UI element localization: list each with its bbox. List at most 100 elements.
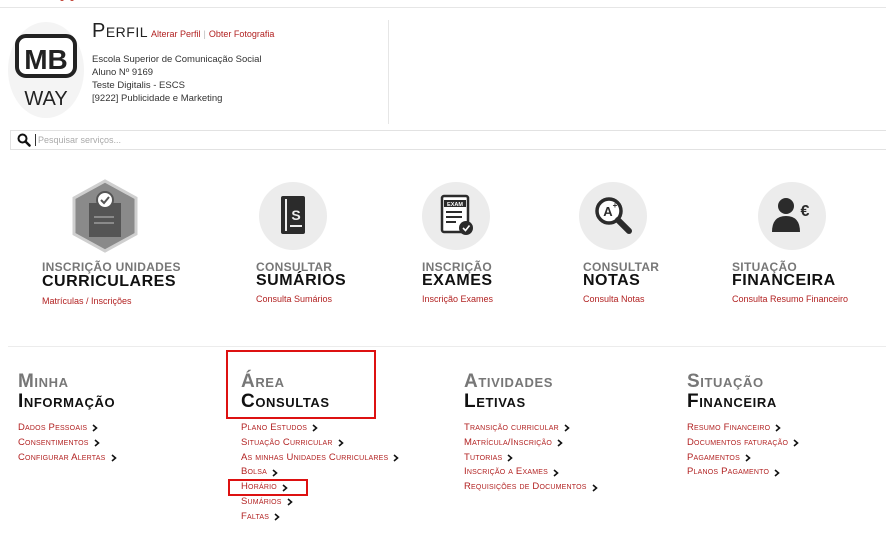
menu-item-pagamentos[interactable]: Pagamentos — [687, 451, 799, 466]
menu-1-heading-line2: Informação — [18, 391, 116, 412]
menu-item-label: Consentimentos — [18, 436, 89, 448]
svg-text:S: S — [291, 207, 300, 223]
svg-text:€: € — [801, 203, 810, 220]
chevron-right-icon — [557, 439, 563, 447]
tile-1-line1: INSCRIÇÃO UNIDADES — [42, 260, 181, 274]
menu-3-heading-line2: Letivas — [464, 391, 526, 412]
profile-student-number: Aluno Nº 9169 — [92, 67, 154, 78]
profile-link-separator: | — [203, 29, 206, 39]
menu-item-plano-estudos[interactable]: Plano Estudos — [241, 421, 399, 436]
chevron-right-icon — [312, 424, 318, 432]
chevron-right-icon — [393, 454, 400, 462]
highlight-box-horario — [228, 479, 308, 496]
menu-item-label: Sumários — [241, 495, 282, 507]
chevron-right-icon — [592, 483, 598, 492]
tile-4-link[interactable]: Consulta Notas — [583, 294, 645, 304]
chevron-right-icon — [94, 439, 100, 447]
menu-item-label: Configurar Alertas — [18, 451, 106, 463]
profile-course: [9222] Publicidade e Marketing — [92, 93, 223, 104]
chevron-right-icon — [793, 439, 799, 447]
menu-item-label: Bolsa — [241, 466, 268, 478]
menu-item-bolsa[interactable]: Bolsa — [241, 465, 399, 480]
svg-text:+: + — [613, 201, 618, 210]
menu-item-label: Planos Pagamento — [687, 466, 770, 478]
chevron-right-icon — [775, 424, 781, 432]
menu-item-label: Tutorias — [464, 451, 503, 463]
chevron-right-icon — [338, 439, 344, 447]
chevron-right-icon — [287, 498, 293, 506]
tile-2-link[interactable]: Consulta Sumários — [256, 294, 332, 304]
search-caret — [35, 134, 36, 146]
exam-sheet-icon: EXAM — [440, 194, 473, 235]
menu-item-configurar-alertas[interactable]: Configurar Alertas — [18, 451, 117, 466]
menu-4-heading-line1: Situação — [687, 371, 764, 392]
profile-institution: Teste Digitalis - ESCS — [92, 80, 185, 91]
menu-item-dados-pessoais[interactable]: Dados Pessoais — [18, 421, 117, 436]
search-icon[interactable] — [17, 133, 31, 147]
menu-1-heading-line1: Minha — [18, 371, 69, 392]
avatar[interactable]: MB WAY — [8, 22, 84, 118]
tile-3-link[interactable]: Inscrição Exames — [422, 294, 493, 304]
tile-4-line2: NOTAS — [583, 272, 641, 289]
menu-item-label: Resumo Financeiro — [687, 422, 771, 433]
menu-item-inscricao-exames[interactable]: Inscrição a Exames — [464, 465, 598, 480]
profile-title-row: Perfil Alterar Perfil | Obter Fotografia — [92, 20, 274, 43]
menu-item-planos-pagamento[interactable]: Planos Pagamento — [687, 465, 799, 480]
chevron-right-icon — [745, 454, 751, 462]
book-icon: S — [281, 196, 305, 234]
profile-title: Perfil — [92, 20, 149, 42]
tile-1-line2: CURRICULARES — [42, 273, 176, 290]
menu-4-heading-line2: Financeira — [687, 391, 777, 412]
person-euro-icon: € — [772, 198, 810, 232]
tile-2-line2: SUMÁRIOS — [256, 272, 347, 289]
chevron-right-icon — [274, 513, 280, 521]
menu-item-label: Matrícula/Inscrição — [464, 436, 553, 448]
profile-details: Escola Superior de Comunicação Social Al… — [92, 53, 274, 105]
menu-item-requisicoes-documentos[interactable]: Requisições de Documentos — [464, 480, 598, 495]
menu-item-documentos-faturacao[interactable]: Documentos faturação — [687, 436, 799, 451]
chevron-right-icon — [92, 424, 98, 432]
menu-item-consentimentos[interactable]: Consentimentos — [18, 436, 117, 451]
tile-5-link[interactable]: Consulta Resumo Financeiro — [732, 294, 848, 304]
menu-item-faltas[interactable]: Faltas — [241, 510, 399, 525]
tile-1-link[interactable]: Matrículas / Inscrições — [42, 296, 132, 306]
menu-item-label: Dados Pessoais — [18, 422, 88, 433]
menu-item-label: Requisições de Documentos — [464, 481, 587, 493]
menu-atividades-letivas: Atividades Letivas Transição curricular … — [464, 372, 598, 495]
document-check-hexagon-icon — [72, 179, 138, 253]
profile-divider — [388, 20, 389, 124]
menu-item-unidades-curriculares[interactable]: As minhas Unidades Curriculares — [241, 451, 400, 466]
menu-item-label: Documentos faturação — [687, 436, 789, 448]
menu-item-label: As minhas Unidades Curriculares — [241, 451, 389, 463]
section-divider — [8, 346, 886, 347]
chevron-right-icon — [507, 454, 514, 462]
menu-item-sumarios[interactable]: Sumários — [241, 495, 399, 510]
menu-item-tutorias[interactable]: Tutorias — [464, 451, 598, 466]
chevron-right-icon — [564, 424, 570, 432]
menu-item-situacao-curricular[interactable]: Situação Curricular — [241, 436, 399, 451]
chevron-right-icon — [774, 469, 780, 477]
get-photo-link[interactable]: Obter Fotografia — [209, 29, 275, 39]
menu-item-matricula-inscricao[interactable]: Matrícula/Inscrição — [464, 436, 598, 451]
menu-situacao-financeira: Situação Financeira Resumo Financeiro Do… — [687, 372, 799, 480]
top-bar-fragment — [60, 0, 80, 2]
tile-2-icon-circle: S — [259, 182, 327, 250]
menu-item-label: Situação Curricular — [241, 436, 333, 448]
tile-5-icon-circle: € — [758, 182, 826, 250]
highlight-box-area-consultas — [226, 350, 376, 419]
mbway-logo-icon: MB WAY — [15, 34, 77, 110]
search-bar — [10, 130, 886, 150]
menu-item-label: Inscrição a Exames — [464, 466, 548, 478]
menu-item-transicao-curricular[interactable]: Transição curricular — [464, 421, 598, 436]
logo-text-bottom: WAY — [24, 88, 67, 110]
tile-5-line2: FINANCEIRA — [732, 272, 836, 289]
magnifier-grade-icon: A + — [595, 197, 632, 234]
alter-profile-link[interactable]: Alterar Perfil — [151, 29, 201, 39]
menu-3-heading-line1: Atividades — [464, 371, 554, 392]
menu-item-resumo-financeiro[interactable]: Resumo Financeiro — [687, 421, 799, 436]
search-input[interactable] — [38, 135, 638, 145]
logo-text-top: MB — [24, 44, 68, 75]
menu-item-label: Faltas — [241, 510, 270, 522]
chevron-right-icon — [110, 454, 117, 462]
svg-text:EXAM: EXAM — [447, 202, 463, 208]
